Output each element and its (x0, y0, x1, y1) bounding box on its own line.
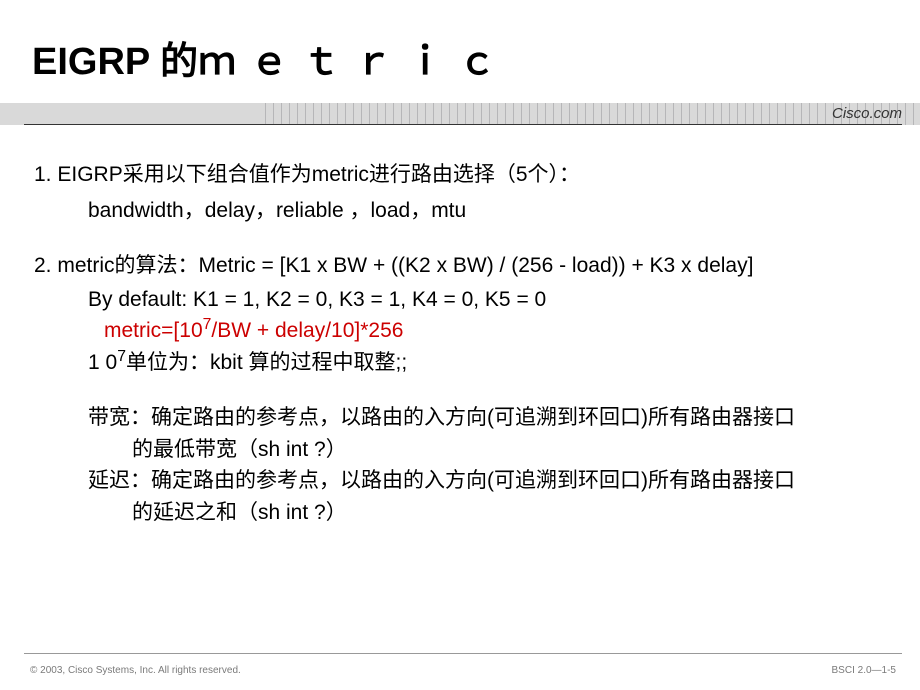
copyright-text: © 2003, Cisco Systems, Inc. All rights r… (30, 665, 241, 676)
content-area: 1. EIGRP采用以下组合值作为metric进行路由选择（5个）： bandw… (0, 125, 920, 528)
title-text-1: EIGRP 的 (32, 41, 198, 83)
bandwidth-line-1: 带宽：确定路由的参考点，以路由的入方向(可追溯到环回口)所有路由器接口 (34, 402, 890, 434)
delay-line-2: 的延迟之和（sh int ?） (34, 497, 890, 529)
delay-line-1: 延迟：确定路由的参考点，以路由的入方向(可追溯到环回口)所有路由器接口 (34, 465, 890, 497)
para-1-line-1: 1. EIGRP采用以下组合值作为metric进行路由选择（5个）： (34, 159, 890, 191)
title-text-2: ｍｅｔｒｉｃ (198, 41, 510, 83)
bandwidth-block: 带宽：确定路由的参考点，以路由的入方向(可追溯到环回口)所有路由器接口 的最低带… (34, 402, 890, 465)
formula-part-b: /BW + delay/10]*256 (211, 319, 403, 342)
divider-band: Cisco.com (0, 103, 920, 125)
para-2-line-4: 1 07单位为：kbit 算的过程中取整;; (34, 347, 890, 379)
para-2-line-3: metric=[107/BW + delay/10]*256 (34, 315, 890, 347)
para-1-line-2: bandwidth，delay，reliable ，load，mtu (34, 195, 890, 227)
unit-part-a: 1 0 (88, 351, 117, 374)
delay-block: 延迟：确定路由的参考点，以路由的入方向(可追溯到环回口)所有路由器接口 的延迟之… (34, 465, 890, 528)
page-code: BSCI 2.0—1-5 (832, 665, 896, 676)
para-2-line-2: By default: K1 = 1, K2 = 0, K3 = 1, K4 =… (34, 284, 890, 316)
divider-line (24, 124, 902, 125)
unit-sup: 7 (117, 348, 126, 365)
para-2-line-1: 2. metric的算法：Metric = [K1 x BW + ((K2 x … (34, 250, 890, 282)
unit-part-b: 单位为：kbit 算的过程中取整;; (126, 351, 407, 374)
divider-hatch (265, 103, 920, 125)
slide-title: EIGRP 的ｍｅｔｒｉｃ (0, 0, 920, 85)
footer-line (24, 653, 902, 654)
formula-part-a: metric=[10 (104, 319, 203, 342)
slide: EIGRP 的ｍｅｔｒｉｃ Cisco.com 1. EIGRP采用以下组合值作… (0, 0, 920, 690)
brand-label: Cisco.com (832, 105, 902, 122)
bandwidth-line-2: 的最低带宽（sh int ?） (34, 434, 890, 466)
